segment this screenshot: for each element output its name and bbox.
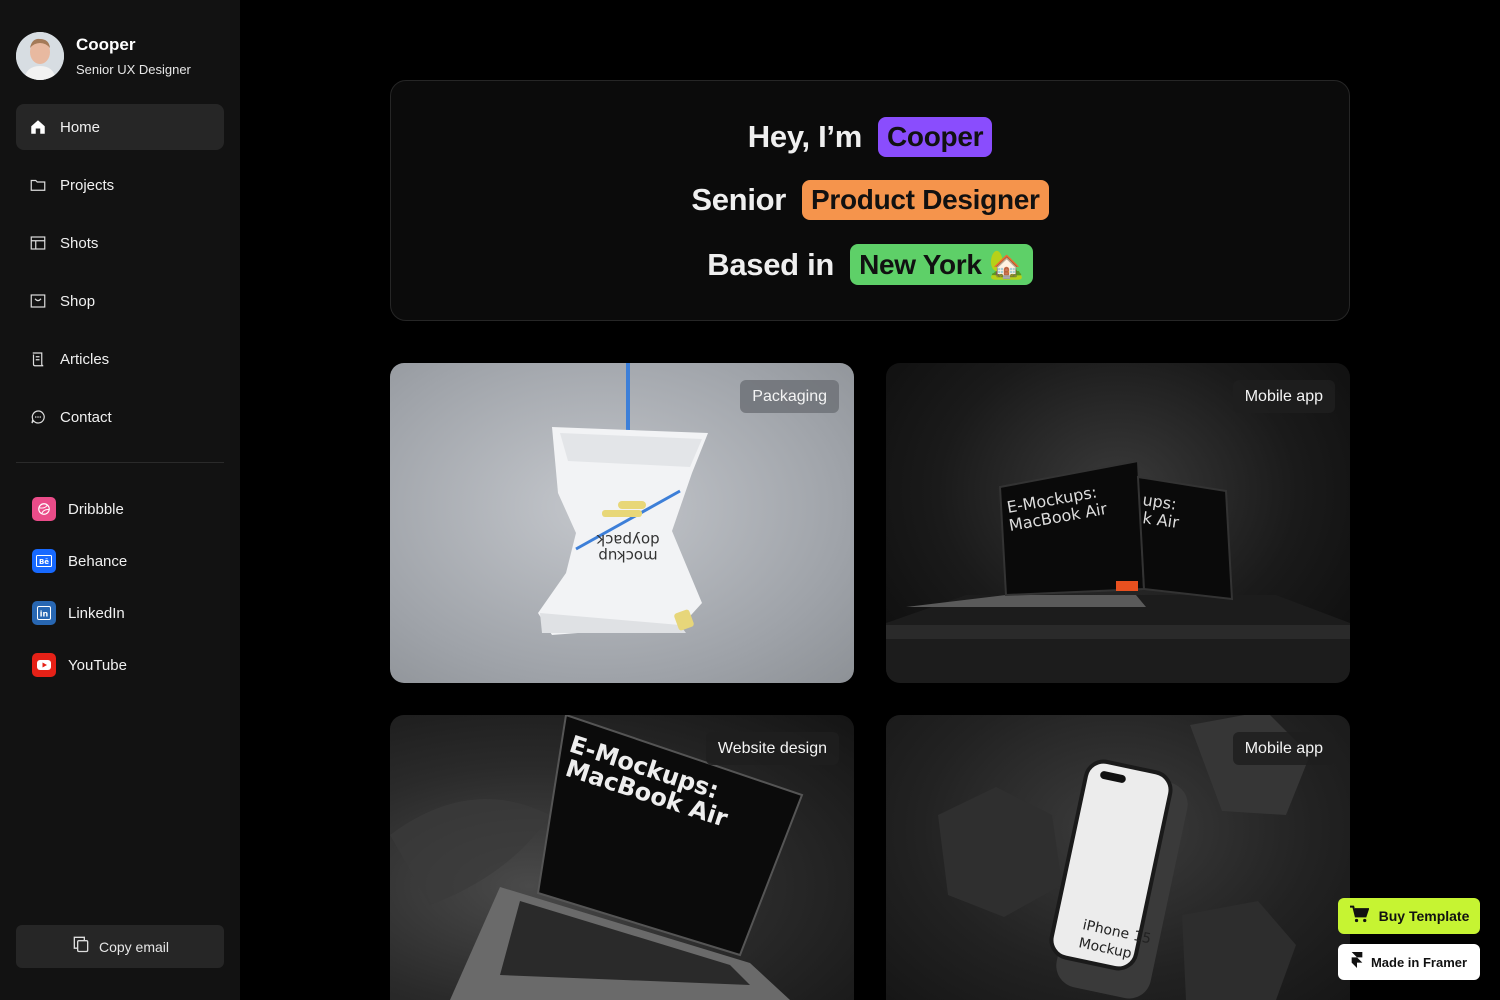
svg-text:Bē: Bē xyxy=(39,558,49,566)
folder-icon xyxy=(29,176,47,194)
social-label: Behance xyxy=(68,552,128,570)
buy-template-button[interactable]: Buy Template xyxy=(1338,898,1480,934)
location-pill: New York 🏡 xyxy=(850,244,1033,285)
made-in-framer-button[interactable]: Made in Framer xyxy=(1338,944,1480,980)
copy-icon xyxy=(71,934,91,959)
social-link-behance[interactable]: Bē Behance xyxy=(32,548,224,574)
social-label: LinkedIn xyxy=(68,604,125,622)
youtube-icon xyxy=(32,653,56,677)
avatar xyxy=(16,32,64,80)
social-link-youtube[interactable]: YouTube xyxy=(32,652,224,678)
framer-icon xyxy=(1351,951,1363,973)
behance-icon: Bē xyxy=(32,549,56,573)
name-pill: Cooper xyxy=(877,117,993,157)
category-tag: Mobile app xyxy=(1232,380,1335,413)
hero-intro: Hey, I’m Cooper Senior Product Designer … xyxy=(390,80,1350,321)
nav-label: Home xyxy=(60,118,101,136)
main-nav: Home Projects Shots Shop Articles Contac… xyxy=(16,104,224,452)
project-card-website-design[interactable]: E-Mockups: MacBook Air Website design xyxy=(390,715,854,1000)
made-in-framer-label: Made in Framer xyxy=(1370,954,1468,970)
buy-template-label: Buy Template xyxy=(1378,908,1470,924)
category-tag: Packaging xyxy=(740,380,839,413)
nav-item-shop[interactable]: Shop xyxy=(16,278,224,324)
dribbble-icon xyxy=(32,497,56,521)
nav-item-projects[interactable]: Projects xyxy=(16,162,224,208)
copy-email-button[interactable]: Copy email xyxy=(16,925,224,968)
nav-item-contact[interactable]: Contact xyxy=(16,394,224,440)
profile[interactable]: Cooper Senior UX Designer xyxy=(16,32,191,80)
nav-label: Articles xyxy=(60,350,110,368)
profile-role: Senior UX Designer xyxy=(76,61,191,77)
hero-based-in: Based in xyxy=(707,246,835,282)
social-label: YouTube xyxy=(68,656,127,674)
layout-icon xyxy=(29,234,47,252)
project-card-packaging[interactable]: doypack mockup Packaging xyxy=(390,363,854,683)
scroll-icon xyxy=(29,350,47,368)
svg-text:in: in xyxy=(40,610,49,619)
sidebar-divider xyxy=(16,462,224,463)
nav-item-home[interactable]: Home xyxy=(16,104,224,150)
nav-label: Shop xyxy=(60,292,96,310)
nav-item-articles[interactable]: Articles xyxy=(16,336,224,382)
social-label: Dribbble xyxy=(68,500,124,518)
social-link-dribbble[interactable]: Dribbble xyxy=(32,496,224,522)
title-pill: Product Designer xyxy=(802,180,1049,220)
mock-text: doypack xyxy=(596,531,660,549)
cart-icon xyxy=(1349,905,1369,928)
home-icon xyxy=(29,118,47,136)
sidebar: Cooper Senior UX Designer Home Projects … xyxy=(0,0,240,1000)
category-tag: Mobile app xyxy=(1232,732,1335,765)
hero-line-location: Based in New York 🏡 xyxy=(391,244,1349,285)
hero-greeting: Hey, I’m xyxy=(747,119,862,154)
project-card-mobile-app-2[interactable]: iPhone 15 Mockup Mobile app xyxy=(886,715,1350,1000)
social-links: Dribbble Bē Behance in LinkedIn YouTube xyxy=(32,496,224,678)
mock-text: mockup xyxy=(598,547,657,565)
nav-label: Projects xyxy=(60,176,115,194)
category-tag: Website design xyxy=(705,732,839,765)
hero-line-name: Hey, I’m Cooper xyxy=(391,117,1349,157)
hero-line-title: Senior Product Designer xyxy=(391,180,1349,220)
social-link-linkedin[interactable]: in LinkedIn xyxy=(32,600,224,626)
copy-email-label: Copy email xyxy=(98,938,170,955)
chat-icon xyxy=(29,408,47,426)
profile-name: Cooper xyxy=(76,34,136,54)
shop-icon xyxy=(29,292,47,310)
linkedin-icon: in xyxy=(32,601,56,625)
hero-seniority: Senior xyxy=(691,182,787,217)
project-card-mobile-app-1[interactable]: E-Mockups: MacBook Air ups: k Air Mobile… xyxy=(886,363,1350,683)
nav-item-shots[interactable]: Shots xyxy=(16,220,224,266)
nav-label: Contact xyxy=(60,408,112,426)
nav-label: Shots xyxy=(60,234,99,252)
